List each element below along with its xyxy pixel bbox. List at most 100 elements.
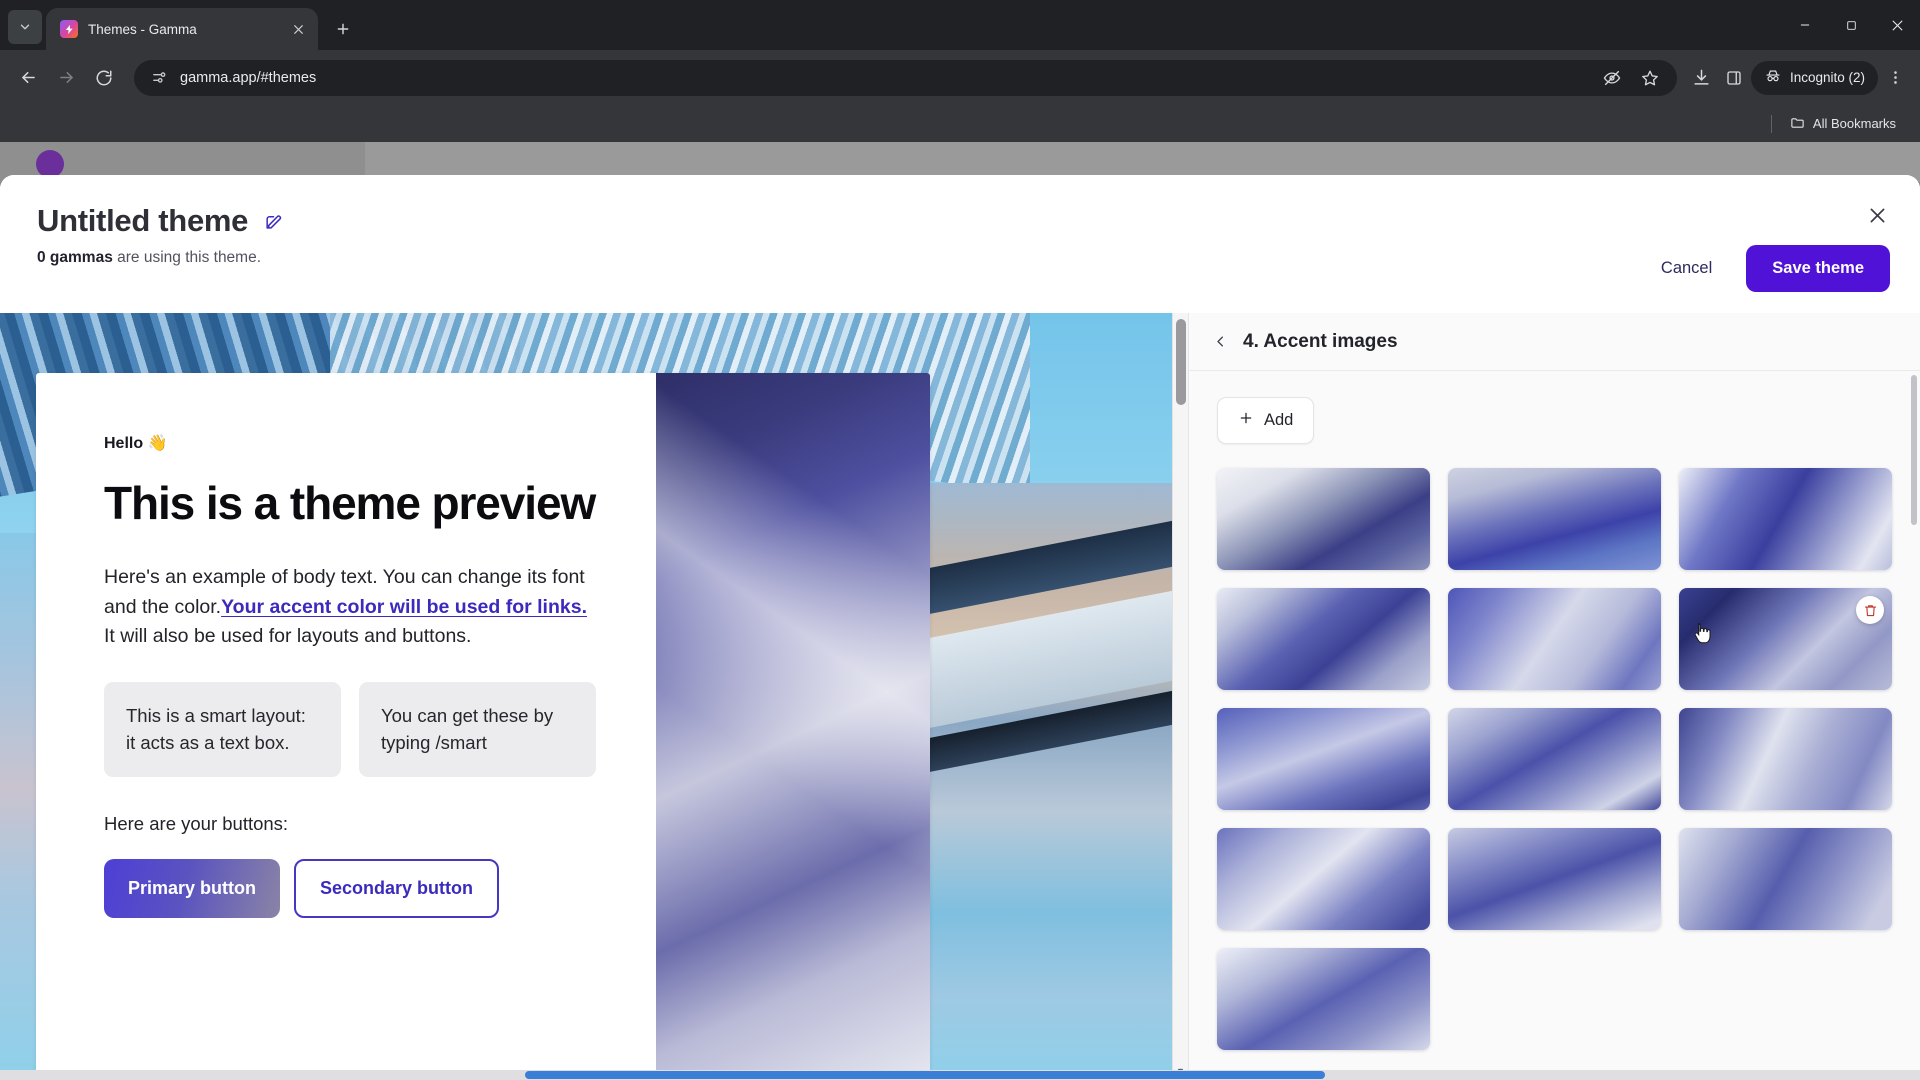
tab-strip: Themes - Gamma [0, 0, 1920, 50]
accent-image-8[interactable] [1448, 708, 1661, 810]
all-bookmarks-label: All Bookmarks [1812, 116, 1896, 131]
accent-image-3[interactable] [1679, 468, 1892, 570]
maximize-icon[interactable] [1828, 0, 1874, 50]
theme-usage-subtitle: 0 gammas are using this theme. [37, 249, 261, 267]
url-text[interactable]: gamma.app/#themes [180, 70, 1587, 86]
preview-scrollbar[interactable]: ▼ [1172, 313, 1188, 1080]
accent-image-12[interactable] [1679, 828, 1892, 930]
window-controls [1782, 0, 1920, 50]
secondary-button[interactable]: Secondary button [294, 859, 500, 919]
profile-label: Incognito (2) [1789, 70, 1865, 85]
horizontal-scrollbar[interactable] [0, 1070, 1920, 1080]
smart-card-1: This is a smart layout: it acts as a tex… [104, 681, 341, 778]
address-bar[interactable]: gamma.app/#themes [134, 59, 1677, 96]
cancel-button[interactable]: Cancel [1643, 247, 1730, 290]
page-title: Untitled theme [37, 203, 249, 238]
accent-image-surface [1217, 708, 1430, 810]
minimize-icon[interactable] [1782, 0, 1828, 50]
add-image-button[interactable]: Add [1217, 397, 1315, 444]
download-icon[interactable] [1687, 63, 1717, 93]
accent-image-2[interactable] [1448, 468, 1661, 570]
preview-body-text: Here's an example of body text. You can … [104, 563, 596, 651]
three-dots-menu-icon[interactable] [1880, 60, 1910, 96]
gamma-count: 0 gammas [37, 249, 113, 266]
panel-scrollbar-thumb[interactable] [1911, 375, 1917, 525]
accent-image-surface [1448, 468, 1661, 570]
panel-title: 4. Accent images [1243, 330, 1398, 352]
theme-preview-pane: Hello 👋 This is a theme preview Here's a… [0, 313, 1188, 1080]
accent-image-9[interactable] [1679, 708, 1892, 810]
save-theme-button[interactable]: Save theme [1746, 245, 1890, 292]
plus-icon [1238, 410, 1254, 431]
edit-pencil-icon[interactable] [262, 210, 284, 232]
accent-image-surface [1679, 828, 1892, 930]
panel-scroll-area: Add [1189, 371, 1920, 1080]
theme-editor-modal: Untitled theme 0 gammas are using this t… [0, 175, 1920, 1080]
accent-image-surface [1217, 948, 1430, 1050]
bookmarks-divider [1770, 114, 1772, 133]
accent-image-surface [1217, 468, 1430, 570]
body-post: It will also be used for layouts and but… [104, 625, 472, 648]
accent-image-surface [1448, 588, 1661, 690]
accent-image-surface [1448, 708, 1661, 810]
modal-header: Untitled theme 0 gammas are using this t… [0, 175, 1920, 313]
close-icon[interactable] [1860, 198, 1894, 232]
smart-card-2: You can get these by typing /smart [359, 681, 596, 778]
accent-color-link[interactable]: Your accent color will be used for links… [221, 596, 587, 618]
accent-image-1[interactable] [1217, 468, 1430, 570]
delete-image-button[interactable] [1856, 596, 1884, 624]
horizontal-scrollbar-thumb[interactable] [525, 1071, 1325, 1079]
trash-icon [1864, 604, 1876, 616]
accent-image-surface [1448, 828, 1661, 930]
avatar [36, 150, 64, 178]
accent-image-11[interactable] [1448, 828, 1661, 930]
close-window-icon[interactable] [1874, 0, 1920, 50]
accent-image-grid [1217, 468, 1892, 1050]
side-panel-icon[interactable] [1719, 63, 1749, 93]
tab-search-chevron-icon[interactable] [8, 10, 42, 44]
primary-button[interactable]: Primary button [104, 859, 281, 919]
add-image-label: Add [1264, 411, 1294, 429]
preview-buttons: Primary button Secondary button [104, 859, 596, 919]
browser-window: Themes - Gamma gamma.app/#themes Incogni… [0, 0, 1920, 1080]
browser-tab[interactable]: Themes - Gamma [46, 8, 318, 50]
preview-hello: Hello 👋 [104, 435, 168, 452]
site-settings-icon[interactable] [148, 67, 170, 89]
incognito-icon [1764, 68, 1782, 87]
accent-image-surface [1217, 588, 1430, 690]
smart-layout-cards: This is a smart layout: it acts as a tex… [104, 681, 596, 778]
accent-image-4[interactable] [1217, 588, 1430, 690]
forward-arrow-icon [48, 60, 84, 96]
accent-image-6[interactable] [1679, 588, 1892, 690]
accent-image-surface [1679, 708, 1892, 810]
preview-content: Hello 👋 This is a theme preview Here's a… [36, 373, 656, 1080]
preview-buttons-label: Here are your buttons: [104, 813, 289, 835]
accent-image-7[interactable] [1217, 708, 1430, 810]
accent-image-13[interactable] [1217, 948, 1430, 1050]
preview-accent-image [656, 373, 930, 1080]
gamma-logo-icon [60, 20, 78, 38]
eye-crossed-icon[interactable] [1597, 63, 1627, 93]
panel-scrollbar[interactable] [1908, 371, 1920, 1080]
modal-action-buttons: Cancel Save theme [1643, 245, 1890, 292]
gamma-count-rest: are using this theme. [112, 249, 262, 266]
preview-heading: This is a theme preview [104, 477, 596, 529]
panel-header: 4. Accent images [1189, 313, 1920, 371]
new-tab-button[interactable] [328, 14, 358, 44]
close-tab-icon[interactable] [288, 19, 308, 39]
accent-image-5[interactable] [1448, 588, 1661, 690]
profile-incognito-button[interactable]: Incognito (2) [1750, 60, 1878, 95]
title-row: Untitled theme [37, 203, 284, 239]
preview-scrollbar-thumb[interactable] [1176, 319, 1186, 405]
back-arrow-icon[interactable] [10, 60, 46, 96]
accent-image-10[interactable] [1217, 828, 1430, 930]
star-icon[interactable] [1635, 63, 1665, 93]
all-bookmarks-button[interactable]: All Bookmarks [1782, 111, 1904, 137]
modal-body: Hello 👋 This is a theme preview Here's a… [0, 313, 1920, 1080]
chevron-left-icon[interactable] [1211, 333, 1229, 351]
accent-image-surface [1679, 468, 1892, 570]
folder-icon [1790, 115, 1805, 133]
reload-icon[interactable] [86, 60, 122, 96]
accent-images-panel: 4. Accent images Add [1188, 313, 1920, 1080]
browser-toolbar: gamma.app/#themes Incognito (2) [0, 50, 1920, 105]
